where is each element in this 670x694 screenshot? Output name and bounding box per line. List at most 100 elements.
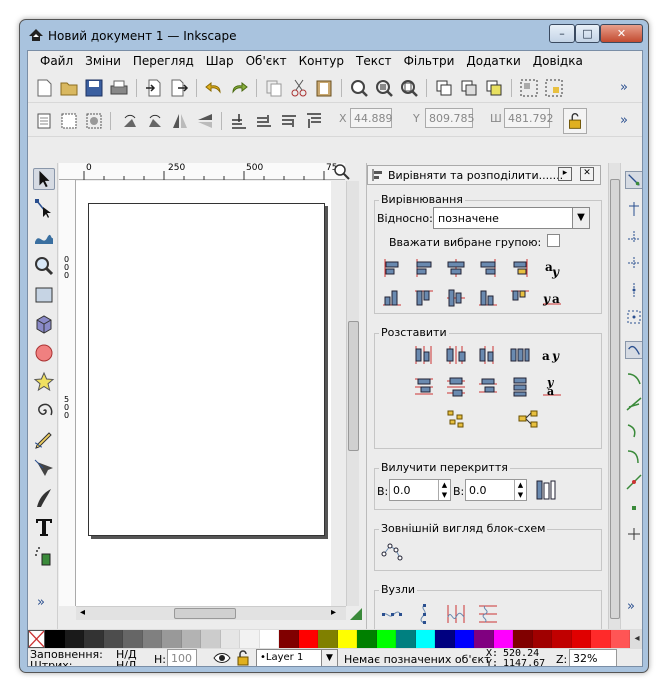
node-tool-icon[interactable] xyxy=(33,197,55,219)
color-swatch[interactable] xyxy=(435,630,455,648)
flip-vertical-icon[interactable] xyxy=(195,111,215,131)
color-swatch[interactable] xyxy=(162,630,182,648)
paste-icon[interactable] xyxy=(314,78,334,98)
center-vertical-axis-icon[interactable] xyxy=(445,257,467,279)
raise-to-top-icon[interactable] xyxy=(304,111,324,131)
treat-as-group-checkbox[interactable] xyxy=(547,234,560,247)
snap-overflow-chevron[interactable]: » xyxy=(627,599,635,614)
snap-bbox-corners-icon[interactable] xyxy=(625,254,643,272)
controls-overflow-chevron[interactable]: » xyxy=(620,113,628,128)
color-swatch[interactable] xyxy=(513,630,533,648)
menu-edit[interactable]: Зміни xyxy=(79,51,127,71)
width-field[interactable]: 481.792 xyxy=(504,108,554,128)
color-swatch[interactable] xyxy=(259,630,279,648)
horizontal-scroll-thumb[interactable] xyxy=(174,608,236,619)
zoom-tool-icon[interactable] xyxy=(33,255,55,277)
rotate-cw-icon[interactable] xyxy=(145,111,165,131)
no-paint-swatch[interactable] xyxy=(28,630,45,648)
color-swatch[interactable] xyxy=(103,630,123,648)
menu-extensions[interactable]: Додатки xyxy=(460,51,526,71)
color-swatch[interactable] xyxy=(357,630,377,648)
zoom-drawing-icon[interactable] xyxy=(374,78,394,98)
relative-to-select[interactable]: позначене ▼ xyxy=(433,207,590,229)
selector-tool-icon[interactable] xyxy=(33,168,55,190)
menu-view[interactable]: Перегляд xyxy=(127,51,200,71)
distribute-baseline-horizontal-icon[interactable]: ay xyxy=(541,344,563,366)
color-swatch[interactable] xyxy=(552,630,572,648)
maximize-button[interactable]: □ xyxy=(575,24,600,43)
horizontal-gap-field[interactable]: 0.0 ▲ ▼ xyxy=(389,479,451,501)
cut-icon[interactable] xyxy=(289,78,309,98)
export-icon[interactable] xyxy=(169,78,189,98)
vertical-scroll-thumb[interactable] xyxy=(348,321,359,451)
x-field[interactable]: 44.889 xyxy=(350,108,393,128)
align-right-to-left-anchor-icon[interactable] xyxy=(381,257,403,279)
color-swatch[interactable] xyxy=(240,630,260,648)
close-button[interactable]: ✕ xyxy=(600,24,643,43)
toolbox-overflow-chevron[interactable]: » xyxy=(37,595,45,610)
toolbar-overflow-chevron[interactable]: » xyxy=(620,80,628,95)
print-icon[interactable] xyxy=(109,78,129,98)
menu-layer[interactable]: Шар xyxy=(200,51,240,71)
snap-paths-icon[interactable] xyxy=(625,369,643,387)
distribute-top-edges-icon[interactable] xyxy=(413,376,435,398)
color-swatch[interactable] xyxy=(298,630,318,648)
align-baseline-horizontal-icon[interactable]: ya xyxy=(541,287,563,309)
snap-bbox-midpoints-icon[interactable] xyxy=(625,281,643,299)
distribute-left-edges-icon[interactable] xyxy=(413,344,435,366)
panel-close-button[interactable]: ✕ xyxy=(580,167,594,181)
lower-icon[interactable] xyxy=(254,111,274,131)
stroke-value[interactable]: Н/Д xyxy=(116,659,137,666)
color-swatch[interactable] xyxy=(45,630,65,648)
y-field[interactable]: 809.785 xyxy=(425,108,475,128)
color-swatch[interactable] xyxy=(532,630,552,648)
snap-rotation-center-icon[interactable] xyxy=(625,525,643,543)
spin-arrows-icon[interactable]: ▲ ▼ xyxy=(514,480,526,500)
snap-toggle-icon[interactable] xyxy=(625,171,643,189)
align-nodes-horizontal-icon[interactable] xyxy=(381,603,403,625)
color-swatch[interactable] xyxy=(474,630,494,648)
align-nodes-vertical-icon[interactable] xyxy=(413,603,435,625)
save-icon[interactable] xyxy=(84,78,104,98)
color-swatch[interactable] xyxy=(454,630,474,648)
horizontal-scrollbar[interactable]: ◂ ▸ xyxy=(76,606,346,620)
zoom-correction-icon[interactable] xyxy=(333,163,351,181)
redo-icon[interactable] xyxy=(229,78,249,98)
distribute-centers-horizontal-icon[interactable] xyxy=(445,344,467,366)
distribute-gaps-horizontal-icon[interactable] xyxy=(509,344,531,366)
flip-horizontal-icon[interactable] xyxy=(170,111,190,131)
scroll-left-arrow-icon[interactable]: ◂ xyxy=(80,607,85,618)
panel-scroll-thumb[interactable] xyxy=(610,179,620,619)
pen-tool-icon[interactable] xyxy=(33,458,55,480)
snap-bounding-box-icon[interactable] xyxy=(625,200,643,218)
color-swatch[interactable] xyxy=(220,630,240,648)
spray-tool-icon[interactable] xyxy=(33,545,55,567)
remove-overlaps-icon[interactable] xyxy=(535,479,557,501)
ellipse-tool-icon[interactable] xyxy=(33,342,55,364)
color-swatch[interactable] xyxy=(396,630,416,648)
vertical-gap-field[interactable]: 0.0 ▲ ▼ xyxy=(465,479,527,501)
snap-smooth-nodes-icon[interactable] xyxy=(625,447,643,465)
unlocked-icon[interactable] xyxy=(236,650,250,666)
3d-box-tool-icon[interactable] xyxy=(33,313,55,335)
color-swatch[interactable] xyxy=(318,630,338,648)
new-document-icon[interactable] xyxy=(34,78,54,98)
color-swatch[interactable] xyxy=(493,630,513,648)
unclump-objects-icon[interactable] xyxy=(517,408,539,430)
distribute-right-edges-icon[interactable] xyxy=(477,344,499,366)
scroll-right-arrow-icon[interactable]: ▸ xyxy=(331,607,336,618)
snap-object-centers-icon[interactable] xyxy=(625,499,643,517)
spin-arrows-icon[interactable]: ▲ ▼ xyxy=(438,480,450,500)
color-swatch[interactable] xyxy=(571,630,591,648)
color-swatch[interactable] xyxy=(610,630,630,648)
snap-bbox-centers-icon[interactable] xyxy=(625,308,643,326)
zoom-selection-icon[interactable] xyxy=(349,78,369,98)
group-icon[interactable] xyxy=(519,78,539,98)
align-bottom-to-top-anchor-icon[interactable] xyxy=(509,287,531,309)
distribute-centers-vertical-icon[interactable] xyxy=(445,376,467,398)
deselect-icon[interactable] xyxy=(84,111,104,131)
spiral-tool-icon[interactable] xyxy=(33,400,55,422)
color-swatch[interactable] xyxy=(376,630,396,648)
distribute-baseline-vertical-icon[interactable]: ya xyxy=(541,376,563,398)
snap-bbox-edges-icon[interactable] xyxy=(625,227,643,245)
